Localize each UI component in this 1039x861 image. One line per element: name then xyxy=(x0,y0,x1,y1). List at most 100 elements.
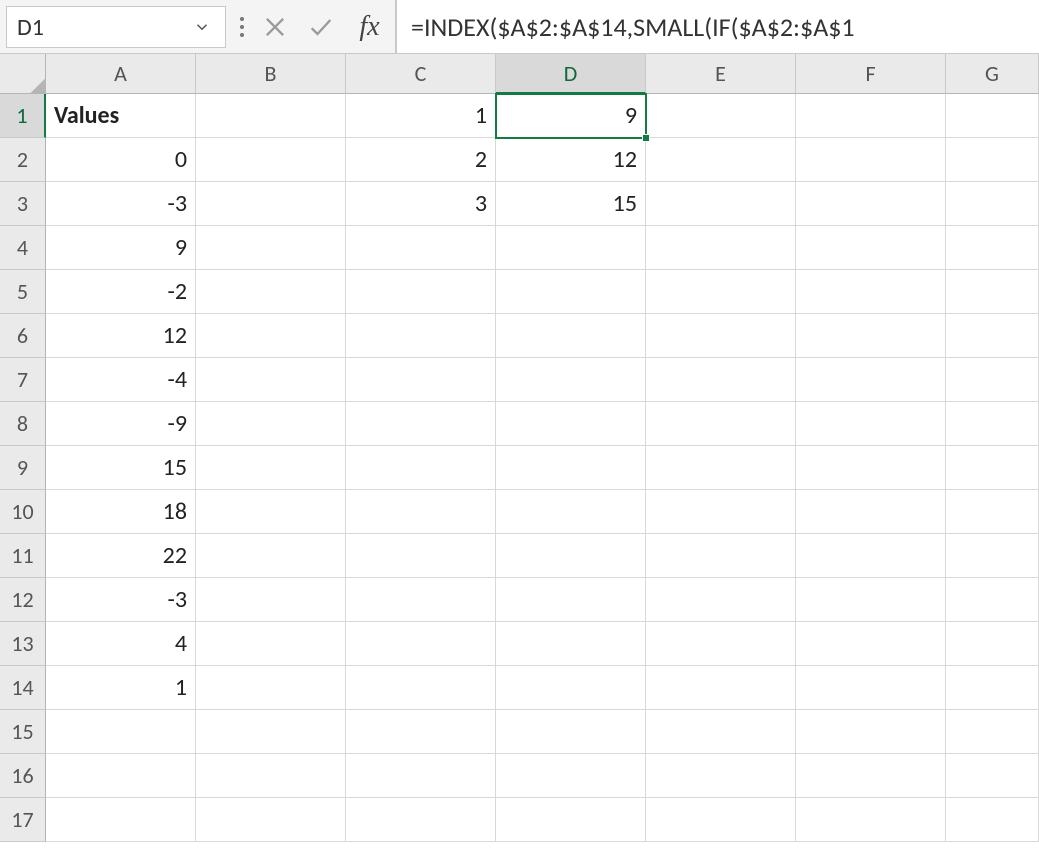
cell-E3[interactable] xyxy=(646,182,796,226)
row-header-11[interactable]: 11 xyxy=(0,534,46,578)
cell-G6[interactable] xyxy=(946,314,1039,358)
cell-D7[interactable] xyxy=(496,358,646,402)
cell-B2[interactable] xyxy=(196,138,346,182)
cell-F5[interactable] xyxy=(796,270,946,314)
cell-G5[interactable] xyxy=(946,270,1039,314)
formula-input[interactable]: =INDEX($A$2:$A$14,SMALL(IF($A$2:$A$1 xyxy=(396,0,1039,53)
cell-D14[interactable] xyxy=(496,666,646,710)
cell-B17[interactable] xyxy=(196,798,346,842)
cell-G16[interactable] xyxy=(946,754,1039,798)
cell-B12[interactable] xyxy=(196,578,346,622)
cell-B16[interactable] xyxy=(196,754,346,798)
cell-D3[interactable]: 15 xyxy=(496,182,646,226)
cell-F2[interactable] xyxy=(796,138,946,182)
row-header-7[interactable]: 7 xyxy=(0,358,46,402)
cell-D9[interactable] xyxy=(496,446,646,490)
cell-E2[interactable] xyxy=(646,138,796,182)
column-header-D[interactable]: D xyxy=(496,54,646,94)
cell-G7[interactable] xyxy=(946,358,1039,402)
cell-A17[interactable] xyxy=(46,798,196,842)
cell-A9[interactable]: 15 xyxy=(46,446,196,490)
column-header-A[interactable]: A xyxy=(46,54,196,94)
cell-G2[interactable] xyxy=(946,138,1039,182)
cell-F17[interactable] xyxy=(796,798,946,842)
cell-C12[interactable] xyxy=(346,578,496,622)
cell-E5[interactable] xyxy=(646,270,796,314)
cell-G9[interactable] xyxy=(946,446,1039,490)
cell-G12[interactable] xyxy=(946,578,1039,622)
row-header-2[interactable]: 2 xyxy=(0,138,46,182)
cell-D5[interactable] xyxy=(496,270,646,314)
row-header-13[interactable]: 13 xyxy=(0,622,46,666)
cell-F12[interactable] xyxy=(796,578,946,622)
cell-A6[interactable]: 12 xyxy=(46,314,196,358)
cell-A7[interactable]: -4 xyxy=(46,358,196,402)
cell-D10[interactable] xyxy=(496,490,646,534)
cell-C10[interactable] xyxy=(346,490,496,534)
cell-A12[interactable]: -3 xyxy=(46,578,196,622)
row-header-5[interactable]: 5 xyxy=(0,270,46,314)
name-box-dropdown-icon[interactable] xyxy=(189,14,215,40)
cell-C3[interactable]: 3 xyxy=(346,182,496,226)
cell-A5[interactable]: -2 xyxy=(46,270,196,314)
select-all-corner[interactable] xyxy=(0,54,46,94)
row-header-3[interactable]: 3 xyxy=(0,182,46,226)
cell-A4[interactable]: 9 xyxy=(46,226,196,270)
fill-handle[interactable] xyxy=(642,134,650,142)
cell-D6[interactable] xyxy=(496,314,646,358)
cell-C16[interactable] xyxy=(346,754,496,798)
row-header-16[interactable]: 16 xyxy=(0,754,46,798)
cell-G4[interactable] xyxy=(946,226,1039,270)
cell-E12[interactable] xyxy=(646,578,796,622)
cell-B14[interactable] xyxy=(196,666,346,710)
row-header-4[interactable]: 4 xyxy=(0,226,46,270)
row-header-15[interactable]: 15 xyxy=(0,710,46,754)
cell-G15[interactable] xyxy=(946,710,1039,754)
cell-E10[interactable] xyxy=(646,490,796,534)
column-header-C[interactable]: C xyxy=(346,54,496,94)
cell-C8[interactable] xyxy=(346,402,496,446)
cell-A10[interactable]: 18 xyxy=(46,490,196,534)
column-header-G[interactable]: G xyxy=(946,54,1039,94)
cell-F4[interactable] xyxy=(796,226,946,270)
cells-area[interactable]: Values190212-33159-212-4-9151822-341 xyxy=(46,94,1039,842)
cell-F7[interactable] xyxy=(796,358,946,402)
cell-F9[interactable] xyxy=(796,446,946,490)
cell-B5[interactable] xyxy=(196,270,346,314)
cell-E6[interactable] xyxy=(646,314,796,358)
cell-G17[interactable] xyxy=(946,798,1039,842)
cell-E11[interactable] xyxy=(646,534,796,578)
row-header-17[interactable]: 17 xyxy=(0,798,46,842)
cell-F13[interactable] xyxy=(796,622,946,666)
cell-G3[interactable] xyxy=(946,182,1039,226)
cell-A8[interactable]: -9 xyxy=(46,402,196,446)
cell-C5[interactable] xyxy=(346,270,496,314)
cell-C13[interactable] xyxy=(346,622,496,666)
cancel-button[interactable] xyxy=(252,0,298,54)
cell-C6[interactable] xyxy=(346,314,496,358)
cell-D13[interactable] xyxy=(496,622,646,666)
cell-F16[interactable] xyxy=(796,754,946,798)
cell-F10[interactable] xyxy=(796,490,946,534)
cell-D2[interactable]: 12 xyxy=(496,138,646,182)
row-header-10[interactable]: 10 xyxy=(0,490,46,534)
cell-B7[interactable] xyxy=(196,358,346,402)
cell-E9[interactable] xyxy=(646,446,796,490)
cell-C4[interactable] xyxy=(346,226,496,270)
cell-D16[interactable] xyxy=(496,754,646,798)
cell-E16[interactable] xyxy=(646,754,796,798)
cell-B8[interactable] xyxy=(196,402,346,446)
cell-F3[interactable] xyxy=(796,182,946,226)
cell-B9[interactable] xyxy=(196,446,346,490)
cell-D8[interactable] xyxy=(496,402,646,446)
cell-D12[interactable] xyxy=(496,578,646,622)
cell-F15[interactable] xyxy=(796,710,946,754)
cell-A11[interactable]: 22 xyxy=(46,534,196,578)
name-box[interactable]: D1 xyxy=(6,6,226,48)
cell-A13[interactable]: 4 xyxy=(46,622,196,666)
cell-D11[interactable] xyxy=(496,534,646,578)
cell-E14[interactable] xyxy=(646,666,796,710)
cell-A15[interactable] xyxy=(46,710,196,754)
cell-F6[interactable] xyxy=(796,314,946,358)
cell-D17[interactable] xyxy=(496,798,646,842)
